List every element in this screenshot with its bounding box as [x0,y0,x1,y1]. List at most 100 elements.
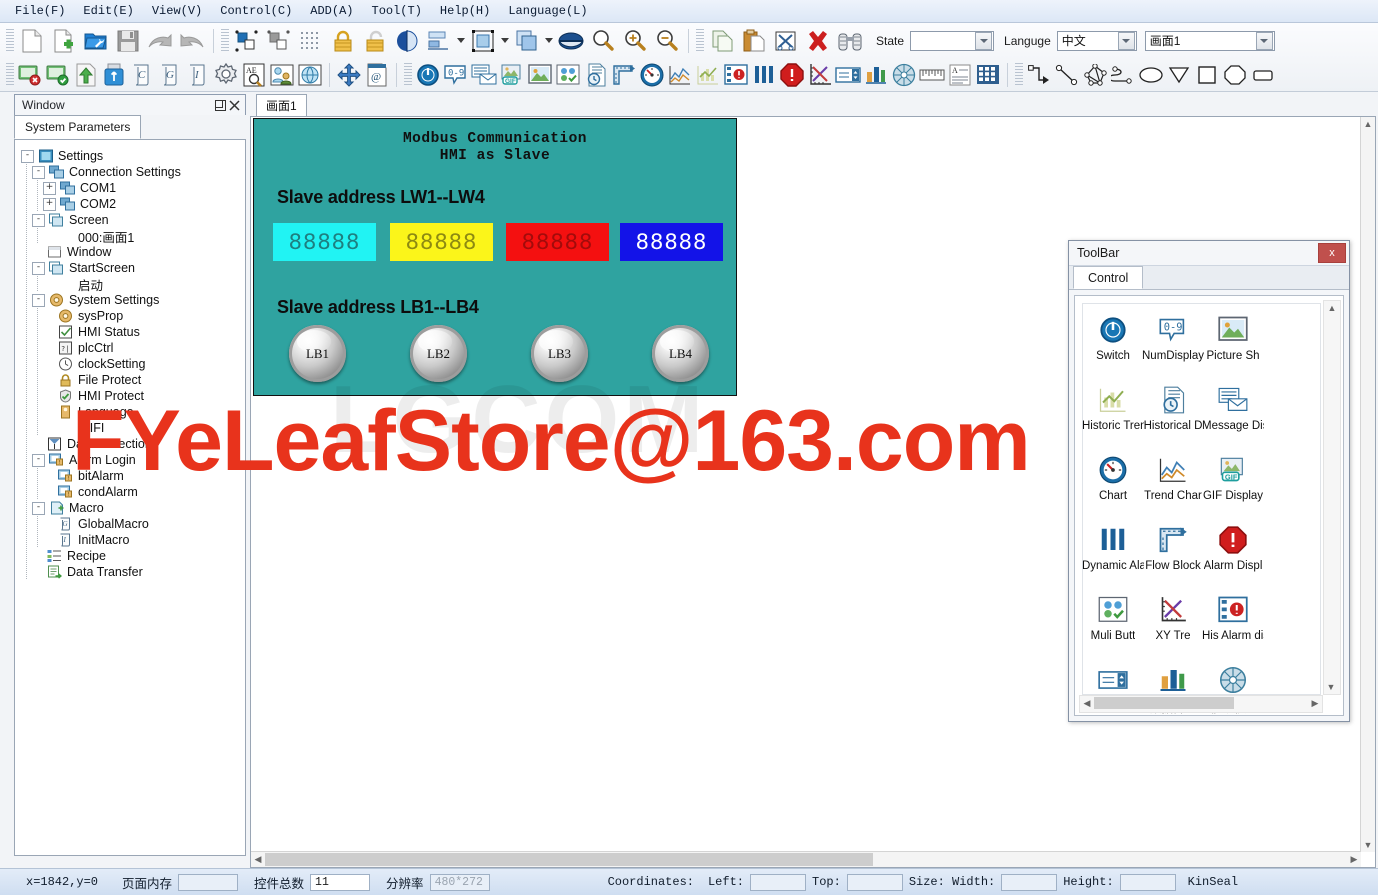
offline-simulation-icon[interactable] [16,60,44,90]
palette-item-alarm-displ[interactable]: Alarm Displ [1203,520,1263,590]
line-icon[interactable] [1053,60,1081,90]
menu-item-tool[interactable]: Tool(T) [363,2,431,20]
pin-panel-icon[interactable] [213,98,227,112]
order-icon[interactable] [511,25,543,57]
scroll-left-icon[interactable]: ◀ [251,852,265,867]
paste-icon[interactable] [738,25,770,57]
tree-expander-icon[interactable]: - [32,213,45,227]
chevron-down-icon[interactable] [975,31,993,50]
user-manager-icon[interactable] [268,60,296,90]
hmi-button-lb1[interactable]: LB1 [289,325,346,382]
palette-scroll-thumb[interactable] [1094,697,1234,709]
tree-item-system-settings[interactable]: - System Settings [21,292,245,308]
tree-expander-icon[interactable]: - [21,149,34,163]
control-palette[interactable]: Switch 0-9 NumDisplay Picture Sh Historic Tr… [1082,303,1321,715]
polygon-icon[interactable] [1081,60,1109,90]
tree-expander-icon[interactable]: - [32,165,45,179]
canvas-horizontal-scrollbar[interactable]: ◀ ▶ [251,851,1361,867]
tree-item-settings[interactable]: - Settings [21,148,245,164]
unlock-icon[interactable] [359,25,391,57]
toolbar-grip[interactable] [404,62,412,87]
num-display-3[interactable]: 88888 [506,223,609,261]
num-display-2[interactable]: 88888 [390,223,493,261]
mirror-icon[interactable] [391,25,423,57]
palette-item-numdisplay[interactable]: 0-9 NumDisplay [1142,310,1204,380]
num-display-icon[interactable]: 0-9 [442,60,470,90]
network-icon[interactable] [296,60,324,90]
palette-item-message-disp[interactable]: Message Disp [1202,380,1264,450]
palette-horizontal-scrollbar[interactable]: ◀ ▶ [1079,695,1323,713]
align-icon[interactable] [423,25,455,57]
delete-icon[interactable] [802,25,834,57]
tree-item-clocksetting[interactable]: clockSetting [21,356,245,372]
tree-expander-icon[interactable]: + [43,181,56,195]
open-project-icon[interactable] [80,25,112,57]
historical-data-icon[interactable] [582,60,610,90]
text-search-icon[interactable]: AE [240,60,268,90]
horizontal-scroll-thumb[interactable] [265,853,873,866]
menu-item-edit[interactable]: Edit(E) [74,2,142,20]
menu-item-language[interactable]: Language(L) [499,2,596,20]
select-object-icon[interactable] [231,25,263,57]
palette-item-trend-char[interactable]: Trend Char [1143,450,1203,520]
scroll-up-icon[interactable]: ▲ [1361,117,1375,131]
hmi-button-lb3[interactable]: LB3 [531,325,588,382]
tree-item-window[interactable]: Window [21,244,245,260]
order-dropdown-arrow[interactable] [543,26,555,56]
tree-item-[interactable]: 启动 [21,276,245,293]
tree-item-bitalarm[interactable]: ! bitAlarm [21,468,245,484]
i-macro-icon[interactable]: I [184,60,212,90]
switch-icon[interactable] [414,60,442,90]
menu-item-view[interactable]: View(V) [143,2,211,20]
move-track-icon[interactable] [890,60,918,90]
tree-expander-icon[interactable]: - [32,261,45,275]
palette-item-chart[interactable]: Chart [1083,450,1143,520]
tree-item-com1[interactable]: + COM1 [21,180,245,196]
curve-icon[interactable] [1109,60,1137,90]
gif-display-icon[interactable]: GIF [498,60,526,90]
tree-item-language[interactable]: Language [21,404,245,420]
zoom-icon[interactable] [587,25,619,57]
toolbar-grip[interactable] [6,62,14,87]
palette-item-switch[interactable]: Switch [1083,310,1143,380]
historic-trend-icon[interactable] [694,60,722,90]
palette-item-gif-display[interactable]: GIF GIF Display [1203,450,1263,520]
tree-expander-icon[interactable]: - [32,453,45,467]
upload-icon[interactable] [72,60,100,90]
usb-download-icon[interactable] [100,60,128,90]
palette-item-muli-butt[interactable]: Muli Butt [1083,590,1143,660]
project-tree[interactable]: - Settings - Connection Settings + COM1 + COM2-… [14,140,246,856]
dynamic-alarm-icon[interactable] [750,60,778,90]
tree-item-plcctrl[interactable]: ?| plcCtrl [21,340,245,356]
toolbar-grip[interactable] [221,28,229,53]
document-tab-screen1[interactable]: 画面1 [256,94,307,116]
tree-item-sysprop[interactable]: sysProp [21,308,245,324]
menu-item-help[interactable]: Help(H) [431,2,499,20]
g-macro-icon[interactable]: G [156,60,184,90]
new-project-icon[interactable] [48,25,80,57]
tree-expander-icon[interactable]: + [43,197,56,211]
save-icon[interactable] [112,25,144,57]
online-simulation-icon[interactable] [44,60,72,90]
tree-item-data-transfer[interactable]: Data Transfer [21,564,245,580]
toolbar-grip[interactable] [6,28,14,53]
undo-icon[interactable] [176,25,208,57]
language-select[interactable]: 中文 [1056,30,1137,51]
c-macro-icon[interactable]: C [128,60,156,90]
chart-icon[interactable] [638,60,666,90]
multi-button-icon[interactable] [554,60,582,90]
tab-system-parameters[interactable]: System Parameters [14,115,142,139]
octagon-icon[interactable] [1221,60,1249,90]
rounded-rect-icon[interactable] [1249,60,1277,90]
hmi-button-lb4[interactable]: LB4 [652,325,709,382]
message-display-icon[interactable] [470,60,498,90]
tree-item-data-collection[interactable]: Data Collection [21,436,245,452]
tab-control[interactable]: Control [1073,266,1144,289]
toolbar-window-titlebar[interactable]: ToolBar x [1069,241,1349,266]
cut-icon[interactable] [770,25,802,57]
palette-item-flow-block[interactable]: Flow Block [1143,520,1203,590]
chevron-down-icon[interactable] [1255,31,1273,50]
tree-expander-icon[interactable]: - [32,293,45,307]
toolbar-grip[interactable] [1015,62,1023,87]
polyline-icon[interactable] [1025,60,1053,90]
